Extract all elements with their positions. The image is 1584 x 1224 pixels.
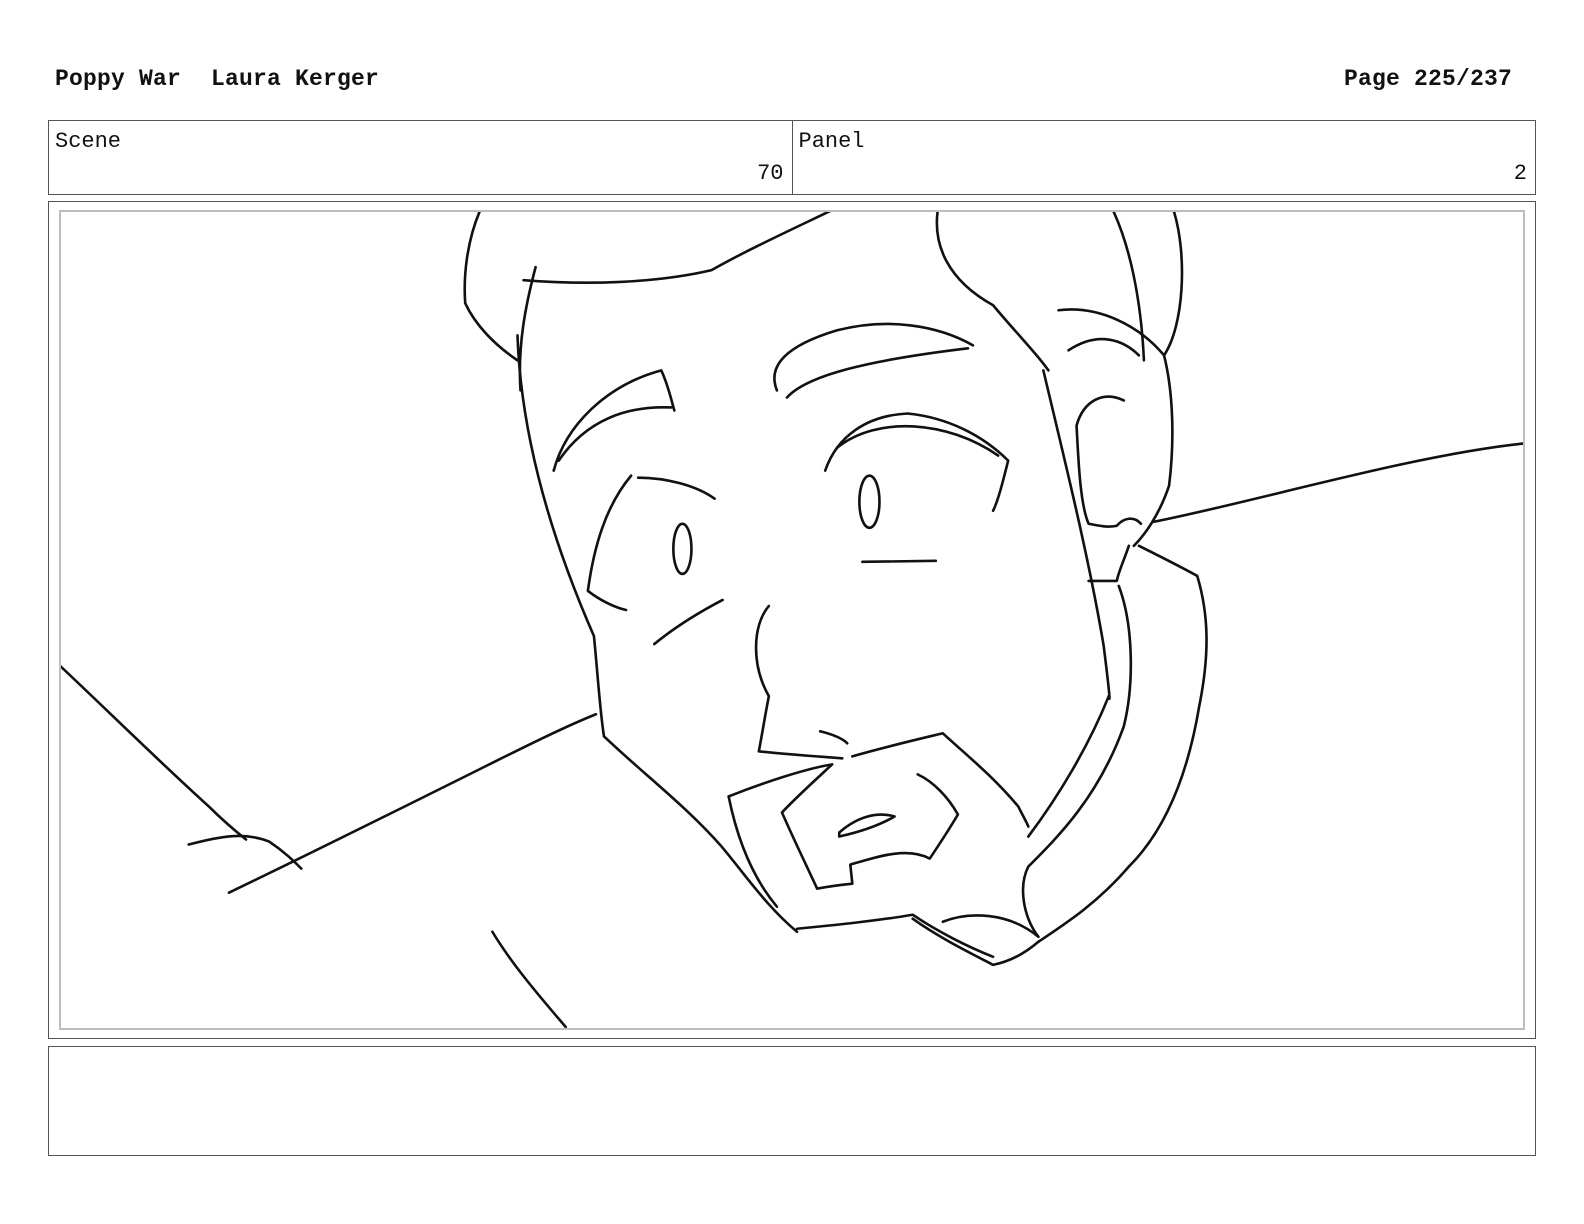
page-number: Page 225/237 <box>1343 66 1512 92</box>
scene-panel-info-row: Scene 70 Panel 2 <box>48 120 1536 195</box>
author-name: Laura Kerger <box>211 66 380 92</box>
document-header-left: Poppy War Laura Kerger <box>55 66 379 92</box>
panel-notes-box <box>48 1046 1536 1156</box>
project-title: Poppy War <box>55 66 182 92</box>
storyboard-panel-frame <box>48 201 1536 1039</box>
sketch-drawing <box>61 212 1523 1028</box>
panel-number: 2 <box>1513 161 1527 186</box>
scene-number: 70 <box>757 161 784 186</box>
scene-cell: Scene 70 <box>49 121 792 194</box>
panel-label: Panel <box>798 129 865 154</box>
panel-cell: Panel 2 <box>791 121 1536 194</box>
storyboard-image <box>59 210 1525 1030</box>
scene-label: Scene <box>55 129 122 154</box>
